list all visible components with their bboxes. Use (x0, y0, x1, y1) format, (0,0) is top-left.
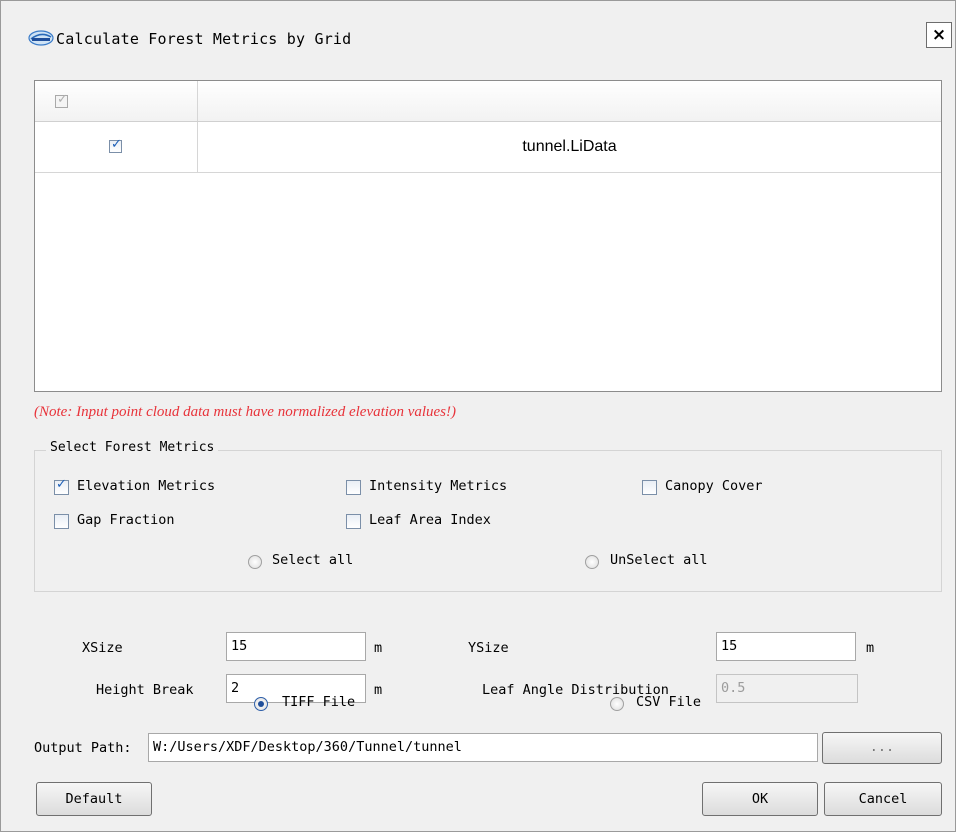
checkbox-box[interactable] (54, 477, 69, 495)
xsize-unit: m (374, 640, 383, 656)
table-row[interactable]: tunnel.LiData (35, 122, 941, 173)
checkbox-box[interactable] (346, 514, 361, 529)
checkbox-box[interactable] (346, 480, 361, 495)
dialog-title: Calculate Forest Metrics by Grid (56, 30, 352, 48)
height-break-unit: m (374, 682, 383, 698)
csv-file-label[interactable]: CSV File (636, 694, 701, 710)
option-label: Gap Fraction (77, 512, 175, 528)
ysize-unit: m (866, 640, 875, 656)
lidar-logo-icon (28, 30, 54, 46)
unselect-all-radio[interactable] (585, 555, 599, 569)
height-break-label: Height Break (96, 682, 194, 698)
unselect-all-label[interactable]: UnSelect all (610, 552, 708, 568)
ysize-input[interactable]: 15 (716, 632, 856, 661)
select-all-radio[interactable] (248, 555, 262, 569)
tiff-file-label[interactable]: TIFF File (282, 694, 355, 710)
option-label: Canopy Cover (665, 478, 763, 494)
cancel-button[interactable]: Cancel (824, 782, 942, 816)
normalization-note: (Note: Input point cloud data must have … (34, 404, 456, 420)
browse-button[interactable]: ... (822, 732, 942, 764)
option-label: Intensity Metrics (369, 478, 508, 494)
csv-file-radio[interactable] (610, 697, 624, 711)
header-select-all-checkbox[interactable] (55, 92, 68, 108)
file-table: tunnel.LiData (34, 80, 942, 392)
xsize-label: XSize (82, 640, 123, 656)
option-label: Leaf Area Index (369, 512, 491, 528)
select-all-label[interactable]: Select all (272, 552, 353, 568)
row-file-name: tunnel.LiData (522, 138, 617, 155)
output-path-label: Output Path: (34, 740, 132, 756)
checkbox-box[interactable] (642, 480, 657, 495)
column-divider (197, 81, 198, 121)
checkbox-box[interactable] (54, 514, 69, 529)
row-checkbox[interactable] (109, 137, 122, 153)
ysize-label: YSize (468, 640, 509, 656)
tiff-file-radio[interactable] (254, 697, 268, 711)
leaf-angle-input: 0.5 (716, 674, 858, 703)
table-header (35, 81, 941, 122)
xsize-input[interactable]: 15 (226, 632, 366, 661)
default-button[interactable]: Default (36, 782, 152, 816)
close-button[interactable]: × (926, 22, 952, 48)
group-title: Select Forest Metrics (46, 440, 219, 455)
output-path-input[interactable]: W:/Users/XDF/Desktop/360/Tunnel/tunnel (148, 733, 818, 762)
option-label: Elevation Metrics (77, 478, 216, 494)
ok-button[interactable]: OK (702, 782, 818, 816)
